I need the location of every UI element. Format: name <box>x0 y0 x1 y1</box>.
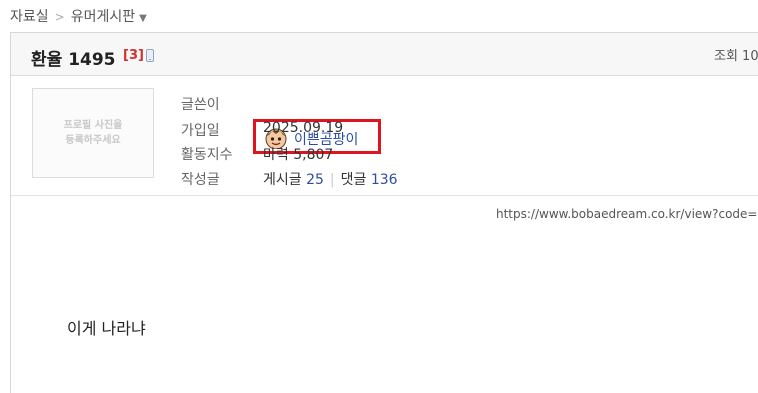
comments-count-link[interactable]: 136 <box>371 172 398 188</box>
profile-photo-placeholder: 프로필 사진을 등록하주세요 <box>32 88 154 178</box>
post-body-text: 이게 나라냐 <box>67 319 146 338</box>
divider: | <box>329 172 335 188</box>
profile-photo-text: 프로필 사진을 등록하주세요 <box>63 120 123 146</box>
author-label: 글쓴이 <box>181 97 220 113</box>
joined-label: 가입일 <box>181 123 220 139</box>
post-title: 환율 1495 <box>31 50 116 70</box>
comments-count-label: 댓글 <box>340 172 367 188</box>
activity-label: 활동지수 <box>181 147 233 163</box>
joined-date: 2025.09.19 <box>263 120 344 136</box>
posts-count-link[interactable]: 25 <box>306 172 324 188</box>
comment-count-badge[interactable]: [3] <box>123 48 144 63</box>
posts-label: 작성글 <box>181 172 220 188</box>
breadcrumb-item-humor-board[interactable]: 유머게시판 <box>71 9 135 25</box>
post-title-bar: 환율 1495 [3] 조회 10 <box>11 33 758 76</box>
post-container: 환율 1495 [3] 조회 10 프로필 사진을 등록하주세요 글쓴이 가입일… <box>10 32 758 393</box>
source-url-link[interactable]: https://www.bobaedream.co.kr/view?code= <box>496 207 757 221</box>
author-profile: 프로필 사진을 등록하주세요 글쓴이 가입일 활동지수 작성글 이쁜곰팡이 20… <box>11 76 758 196</box>
activity-value: 마력 5,807 <box>263 147 334 163</box>
posts-summary: 게시글 25 | 댓글 136 <box>263 169 398 189</box>
breadcrumb-item-archive[interactable]: 자료실 <box>10 9 49 25</box>
mobile-icon <box>146 49 154 62</box>
breadcrumb-separator: > <box>54 10 65 24</box>
caret-down-icon[interactable]: ▼ <box>139 13 147 24</box>
breadcrumb: 자료실 > 유머게시판 ▼ <box>10 6 147 26</box>
view-count: 조회 10 <box>714 49 758 64</box>
posts-count-label: 게시글 <box>263 172 302 188</box>
